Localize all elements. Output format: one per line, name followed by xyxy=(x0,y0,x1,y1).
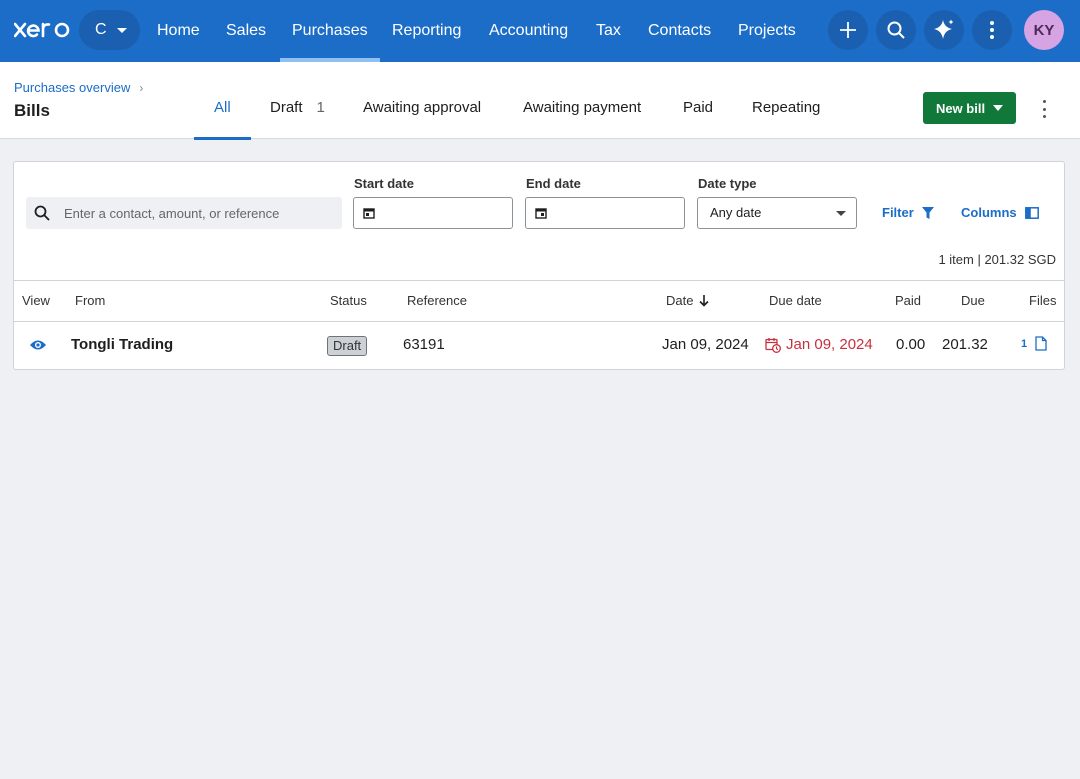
calendar-icon xyxy=(535,208,547,219)
files-count: 1 xyxy=(1021,337,1028,350)
column-header-from[interactable]: From xyxy=(75,281,105,321)
breadcrumb: Purchases overview › xyxy=(14,80,143,95)
page-actions-menu[interactable] xyxy=(1036,100,1052,118)
column-header-files: Files xyxy=(1029,293,1057,308)
new-bill-button[interactable]: New bill xyxy=(923,92,1016,124)
tab-repeating[interactable]: Repeating xyxy=(752,62,820,139)
columns-label: Columns xyxy=(961,205,1017,220)
plus-icon xyxy=(840,22,856,38)
more-menu-button[interactable] xyxy=(972,10,1012,50)
bill-due: 201.32 xyxy=(942,336,988,353)
xero-logo[interactable] xyxy=(14,18,70,42)
new-bill-label: New bill xyxy=(935,100,986,116)
sparkle-icon xyxy=(934,19,954,39)
bill-from[interactable]: Tongli Trading xyxy=(71,322,173,368)
end-date-label: End date xyxy=(526,176,581,191)
bill-due-date-value: Jan 09, 2024 xyxy=(786,336,873,353)
top-nav: C Home Sales Purchases Reporting Account… xyxy=(0,0,1080,62)
search-button[interactable] xyxy=(876,10,916,50)
breadcrumb-purchases-overview[interactable]: Purchases overview xyxy=(14,80,130,95)
eye-icon[interactable] xyxy=(29,339,47,351)
page-title: Bills xyxy=(14,101,50,120)
nav-contacts[interactable]: Contacts xyxy=(648,0,711,62)
more-vertical-icon xyxy=(990,21,994,39)
overdue-calendar-icon xyxy=(765,338,781,353)
calendar-icon xyxy=(363,208,375,219)
tab-draft-count: 1 xyxy=(316,99,325,116)
column-header-date-label: Date xyxy=(666,293,694,308)
table-row[interactable]: Tongli Trading Draft 63191 Jan 09, 2024 … xyxy=(14,322,1064,369)
column-header-date[interactable]: Date xyxy=(666,281,710,321)
table-header: View From Status Reference Date Due date… xyxy=(14,280,1064,322)
ai-assistant-button[interactable] xyxy=(924,10,964,50)
bill-reference: 63191 xyxy=(403,336,445,353)
search-input[interactable] xyxy=(64,197,334,229)
tab-paid[interactable]: Paid xyxy=(683,62,713,139)
organisation-initial: C xyxy=(95,21,107,38)
filter-label: Filter xyxy=(882,205,914,220)
columns-button[interactable]: Columns xyxy=(961,205,1039,220)
chevron-right-icon: › xyxy=(139,80,144,95)
tab-draft[interactable]: Draft 1 xyxy=(270,62,325,139)
user-avatar[interactable]: KY xyxy=(1024,10,1064,50)
column-header-paid[interactable]: Paid xyxy=(895,281,921,321)
date-type-label: Date type xyxy=(698,176,757,191)
bill-paid: 0.00 xyxy=(896,336,926,353)
column-header-reference[interactable]: Reference xyxy=(407,281,467,321)
tab-all[interactable]: All xyxy=(194,62,250,140)
create-new-button[interactable] xyxy=(828,10,868,50)
filter-icon xyxy=(921,206,934,219)
column-header-view: View xyxy=(22,293,50,308)
column-header-status[interactable]: Status xyxy=(330,281,367,321)
bills-card: Start date End date Date type Any date F… xyxy=(13,161,1065,370)
files-link[interactable]: 1 xyxy=(1021,336,1047,351)
tab-awaiting-approval[interactable]: Awaiting approval xyxy=(363,62,481,139)
search-icon xyxy=(34,205,50,221)
chevron-down-icon xyxy=(993,105,1004,111)
column-header-due[interactable]: Due xyxy=(961,281,985,321)
status-badge: Draft xyxy=(327,336,368,356)
file-icon xyxy=(1035,336,1047,351)
nav-tax[interactable]: Tax xyxy=(596,0,621,62)
arrow-down-icon xyxy=(699,295,710,307)
tab-awaiting-payment[interactable]: Awaiting payment xyxy=(523,62,641,139)
bill-due-date: Jan 09, 2024 xyxy=(765,322,873,368)
date-type-value: Any date xyxy=(710,205,762,220)
organisation-switcher[interactable]: C xyxy=(79,10,140,50)
chevron-down-icon xyxy=(836,211,846,216)
date-type-select[interactable]: Any date xyxy=(697,197,857,229)
nav-home[interactable]: Home xyxy=(157,0,200,62)
search-box xyxy=(26,197,342,229)
chevron-down-icon xyxy=(116,27,127,33)
nav-sales[interactable]: Sales xyxy=(226,0,266,62)
start-date-input[interactable] xyxy=(353,197,513,229)
nav-purchases[interactable]: Purchases xyxy=(280,0,380,62)
page-header: Purchases overview › Bills All Draft 1 Aw… xyxy=(0,62,1080,140)
results-summary: 1 item | 201.32 SGD xyxy=(938,252,1056,267)
search-icon xyxy=(887,21,905,39)
start-date-label: Start date xyxy=(354,176,414,191)
column-header-due-date[interactable]: Due date xyxy=(769,281,822,321)
end-date-input[interactable] xyxy=(525,197,685,229)
nav-reporting[interactable]: Reporting xyxy=(392,0,461,62)
columns-icon xyxy=(1024,206,1039,219)
tab-draft-label: Draft xyxy=(270,99,303,116)
nav-accounting[interactable]: Accounting xyxy=(489,0,568,62)
filter-button[interactable]: Filter xyxy=(882,205,934,220)
nav-projects[interactable]: Projects xyxy=(738,0,796,62)
bill-date: Jan 09, 2024 xyxy=(662,336,749,353)
